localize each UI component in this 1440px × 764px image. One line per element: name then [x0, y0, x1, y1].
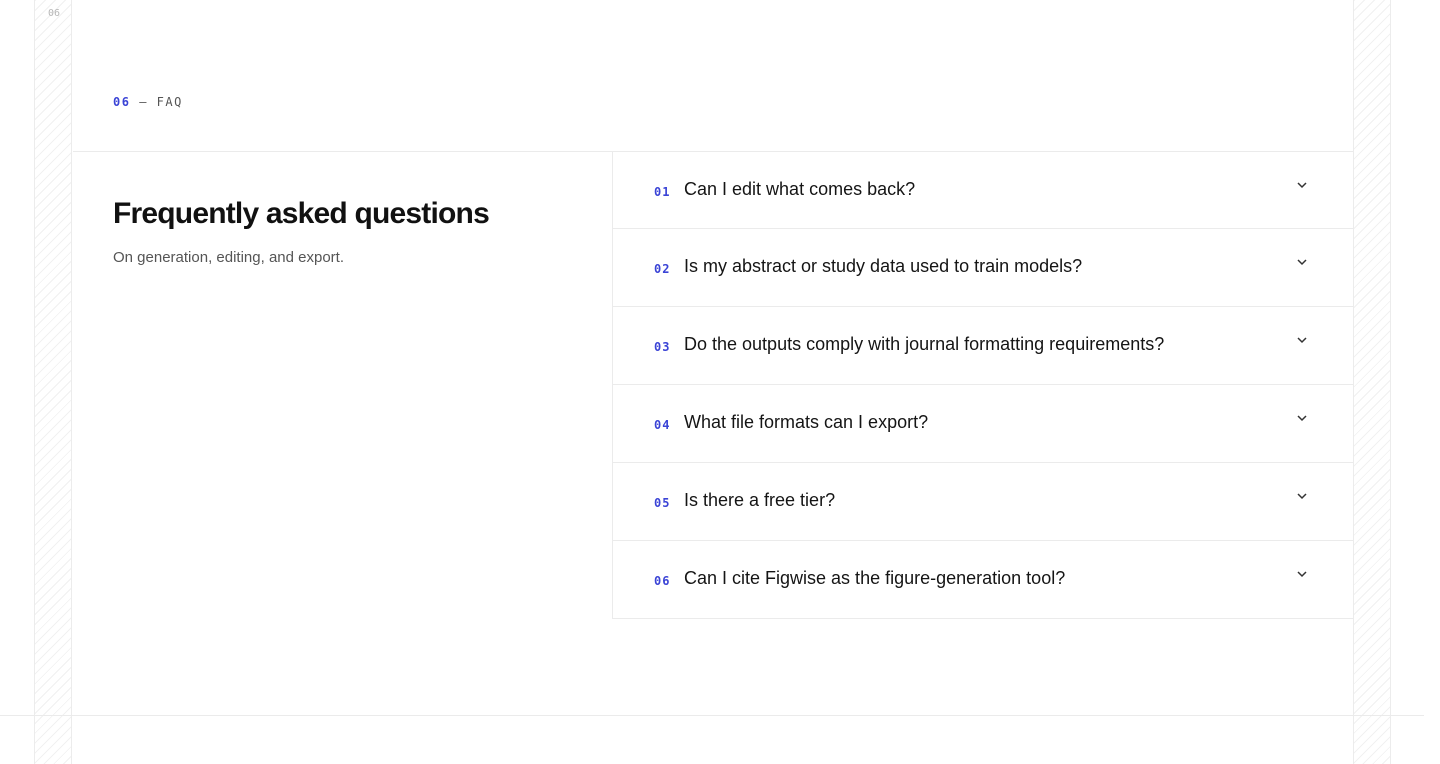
faq-item-02[interactable]: 02 Is my abstract or study data used to … — [613, 229, 1353, 307]
faq-item-03[interactable]: 03 Do the outputs comply with journal fo… — [613, 307, 1353, 385]
faq-question: Can I edit what comes back? — [684, 179, 916, 199]
page-title: Frequently asked questions — [113, 197, 490, 230]
faq-item-01[interactable]: 01 Can I edit what comes back? — [613, 151, 1353, 229]
page-subtitle: On generation, editing, and export. — [113, 249, 344, 266]
section-top-divider — [73, 151, 613, 152]
faq-number: 03 — [654, 340, 671, 354]
rail-section-number: 06 — [47, 8, 61, 19]
faq-number: 05 — [654, 496, 671, 510]
section-number: 06 — [113, 95, 131, 109]
faq-list: 01 Can I edit what comes back? 02 Is my … — [612, 151, 1353, 619]
faq-question: Can I cite Figwise as the figure-generat… — [684, 568, 1066, 588]
faq-item-04[interactable]: 04 What file formats can I export? — [613, 385, 1353, 463]
chevron-down-icon[interactable] — [1295, 178, 1309, 192]
right-margin-rail — [1353, 0, 1391, 764]
faq-item-05[interactable]: 05 Is there a free tier? — [613, 463, 1353, 541]
chevron-down-icon[interactable] — [1295, 567, 1309, 581]
faq-number: 06 — [654, 574, 671, 588]
faq-question: Do the outputs comply with journal forma… — [684, 334, 1165, 354]
section-label: FAQ — [156, 95, 183, 109]
faq-number: 04 — [654, 418, 671, 432]
section-bottom-divider — [0, 715, 1424, 716]
faq-question: What file formats can I export? — [684, 412, 929, 432]
chevron-down-icon[interactable] — [1295, 255, 1309, 269]
faq-number: 02 — [654, 262, 671, 276]
chevron-down-icon[interactable] — [1295, 333, 1309, 347]
faq-number: 01 — [654, 185, 671, 199]
left-margin-rail: 06 — [34, 0, 72, 764]
chevron-down-icon[interactable] — [1295, 489, 1309, 503]
chevron-down-icon[interactable] — [1295, 411, 1309, 425]
faq-question: Is there a free tier? — [684, 490, 836, 510]
faq-question: Is my abstract or study data used to tra… — [684, 256, 1083, 276]
section-eyebrow: 06 — FAQ — [113, 95, 183, 109]
faq-item-06[interactable]: 06 Can I cite Figwise as the figure-gene… — [613, 541, 1353, 619]
section-separator: — — [139, 95, 148, 109]
